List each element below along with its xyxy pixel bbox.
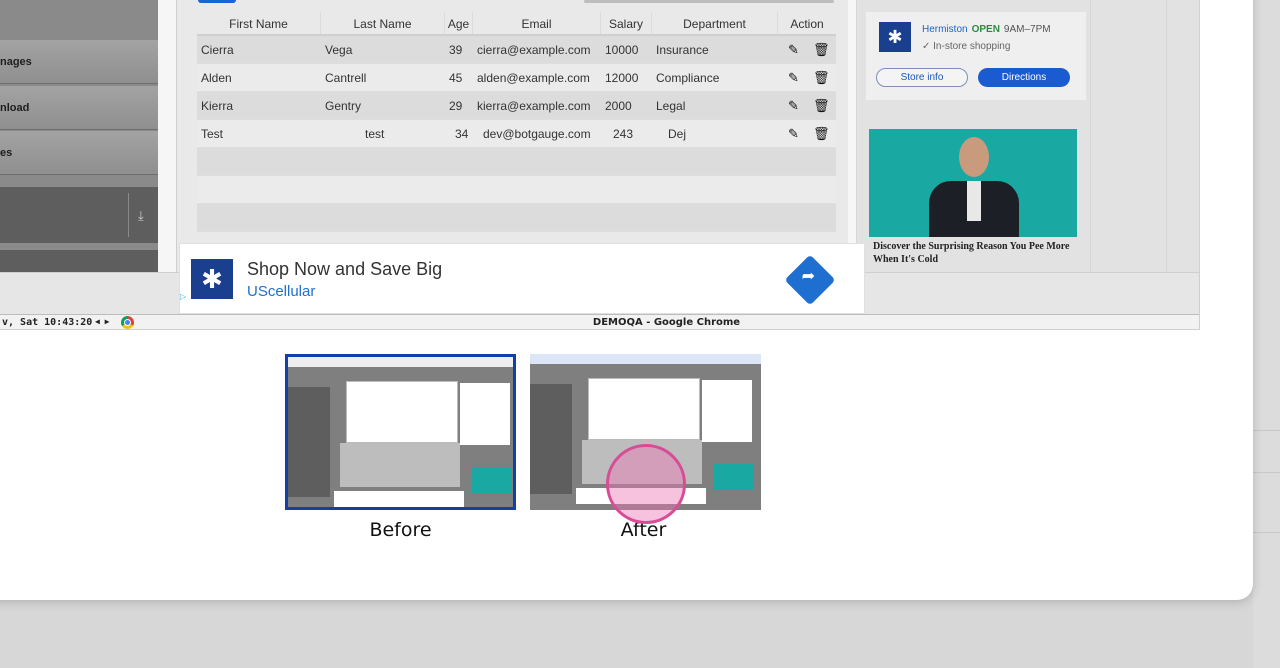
edit-icon[interactable]: ✎ <box>788 71 801 84</box>
edit-icon[interactable]: ✎ <box>788 43 801 56</box>
cell-email: kierra@example.com <box>477 98 591 113</box>
table-row: Cierra Vega 39 cierra@example.com 10000 … <box>197 36 836 64</box>
edit-icon[interactable]: ✎ <box>788 127 801 140</box>
open-status: OPEN <box>971 24 1000 35</box>
before-thumbnail[interactable] <box>285 354 516 510</box>
cell-action: ✎ 🗑 <box>778 127 836 140</box>
cell-department: Insurance <box>656 42 709 57</box>
col-action: Action <box>790 17 824 31</box>
nav-section-header-2[interactable] <box>0 250 158 272</box>
cell-last-name: test <box>365 126 385 141</box>
cell-salary: 10000 <box>605 42 639 57</box>
search-box-edge[interactable] <box>584 0 834 3</box>
banner-ad[interactable]: ✱ Shop Now and Save Big UScellular ➦ ▷ <box>179 243 865 314</box>
cell-first-name: Test <box>201 126 224 141</box>
trash-icon[interactable]: 🗑 <box>813 43 830 56</box>
cell-email: dev@botgauge.com <box>483 126 591 141</box>
before-label: Before <box>369 519 432 541</box>
nav-divider <box>128 193 129 237</box>
table-row-empty <box>197 176 836 204</box>
table-row: Alden Cantrell 45 alden@example.com 1200… <box>197 64 836 92</box>
background-strip <box>1253 0 1280 668</box>
table-row: Kierra Gentry 29 kierra@example.com 2000… <box>197 92 836 120</box>
cell-action: ✎ 🗑 <box>778 43 836 56</box>
browser-screenshot: nages nload es ⤓ First Name Last Name Ag… <box>0 0 1200 330</box>
col-department[interactable]: Department <box>652 12 778 34</box>
web-table: First Name Last Name Age Email Salary De… <box>197 12 836 232</box>
store-name: Hermiston <box>922 24 968 35</box>
table-row-empty <box>197 204 836 232</box>
cell-email: alden@example.com <box>477 70 590 85</box>
cell-salary: 2000 <box>605 98 632 113</box>
cell-age: 45 <box>449 70 463 85</box>
table-row-empty <box>197 148 836 176</box>
cell-first-name: Alden <box>201 70 232 85</box>
cell-age: 29 <box>449 98 463 113</box>
nav-item-images[interactable]: nages <box>0 40 158 84</box>
cell-action: ✎ 🗑 <box>778 99 836 112</box>
nav-item-dynamic-properties[interactable]: es <box>0 131 158 175</box>
banner-title: Shop Now and Save Big <box>247 259 443 279</box>
ad-caption[interactable]: Discover the Surprising Reason You Pee M… <box>873 240 1073 266</box>
cell-first-name: Cierra <box>201 42 234 57</box>
download-icon[interactable]: ⤓ <box>138 208 144 224</box>
table-header: First Name Last Name Age Email Salary De… <box>197 12 836 36</box>
cell-first-name: Kierra <box>201 98 234 113</box>
click-marker <box>606 444 686 524</box>
trash-icon[interactable]: 🗑 <box>813 99 830 112</box>
cell-salary: 243 <box>613 126 634 141</box>
edit-icon[interactable]: ✎ <box>788 99 801 112</box>
star-logo-icon: ✱ <box>879 22 911 52</box>
star-logo-icon: ✱ <box>191 259 233 299</box>
trash-icon[interactable]: 🗑 <box>813 127 830 140</box>
nav-item-upload-download[interactable]: nload <box>0 86 158 130</box>
trash-icon[interactable]: 🗑 <box>813 71 830 84</box>
cell-age: 34 <box>455 126 469 141</box>
window-title: DEMOQA - Google Chrome <box>592 317 741 328</box>
taskbar: v, Sat 10:43:20 ◀ ▶ DEMOQA - Google Chro… <box>0 314 1199 329</box>
cell-department: Compliance <box>656 70 720 85</box>
add-button[interactable] <box>198 0 236 3</box>
left-nav: nages nload es ⤓ <box>0 0 158 272</box>
banner-brand: UScellular <box>247 283 316 300</box>
col-age[interactable]: Age <box>445 12 473 34</box>
cell-age: 39 <box>449 42 463 57</box>
col-first-name[interactable]: First Name <box>197 12 321 34</box>
store-info-button[interactable]: Store info <box>876 68 968 87</box>
cell-salary: 12000 <box>605 70 639 85</box>
adchoices-icon[interactable]: ▷ <box>180 292 190 314</box>
table-row: Test test 34 dev@botgauge.com 243 Dej ✎ 🗑 <box>197 120 836 148</box>
cell-department: Dej <box>668 126 687 141</box>
store-place[interactable]: Hermiston OPEN 9AM–7PM <box>922 24 1051 35</box>
cell-email: cierra@example.com <box>477 42 591 57</box>
ad-image[interactable] <box>869 129 1077 237</box>
col-salary[interactable]: Salary <box>601 12 652 34</box>
cell-last-name: Gentry <box>325 98 362 113</box>
directions-button[interactable]: Directions <box>978 68 1070 87</box>
cell-department: Legal <box>656 98 686 113</box>
store-hours: 9AM–7PM <box>1003 24 1051 35</box>
nav-section-header[interactable] <box>0 187 158 243</box>
col-last-name[interactable]: Last Name <box>321 12 445 34</box>
cell-action: ✎ 🗑 <box>778 71 836 84</box>
col-email[interactable]: Email <box>473 12 601 34</box>
store-service: ✓ In-store shopping <box>922 41 1011 52</box>
directions-arrow-icon[interactable]: ➦ <box>784 254 836 306</box>
cell-last-name: Vega <box>325 42 353 57</box>
cell-last-name: Cantrell <box>325 70 367 85</box>
